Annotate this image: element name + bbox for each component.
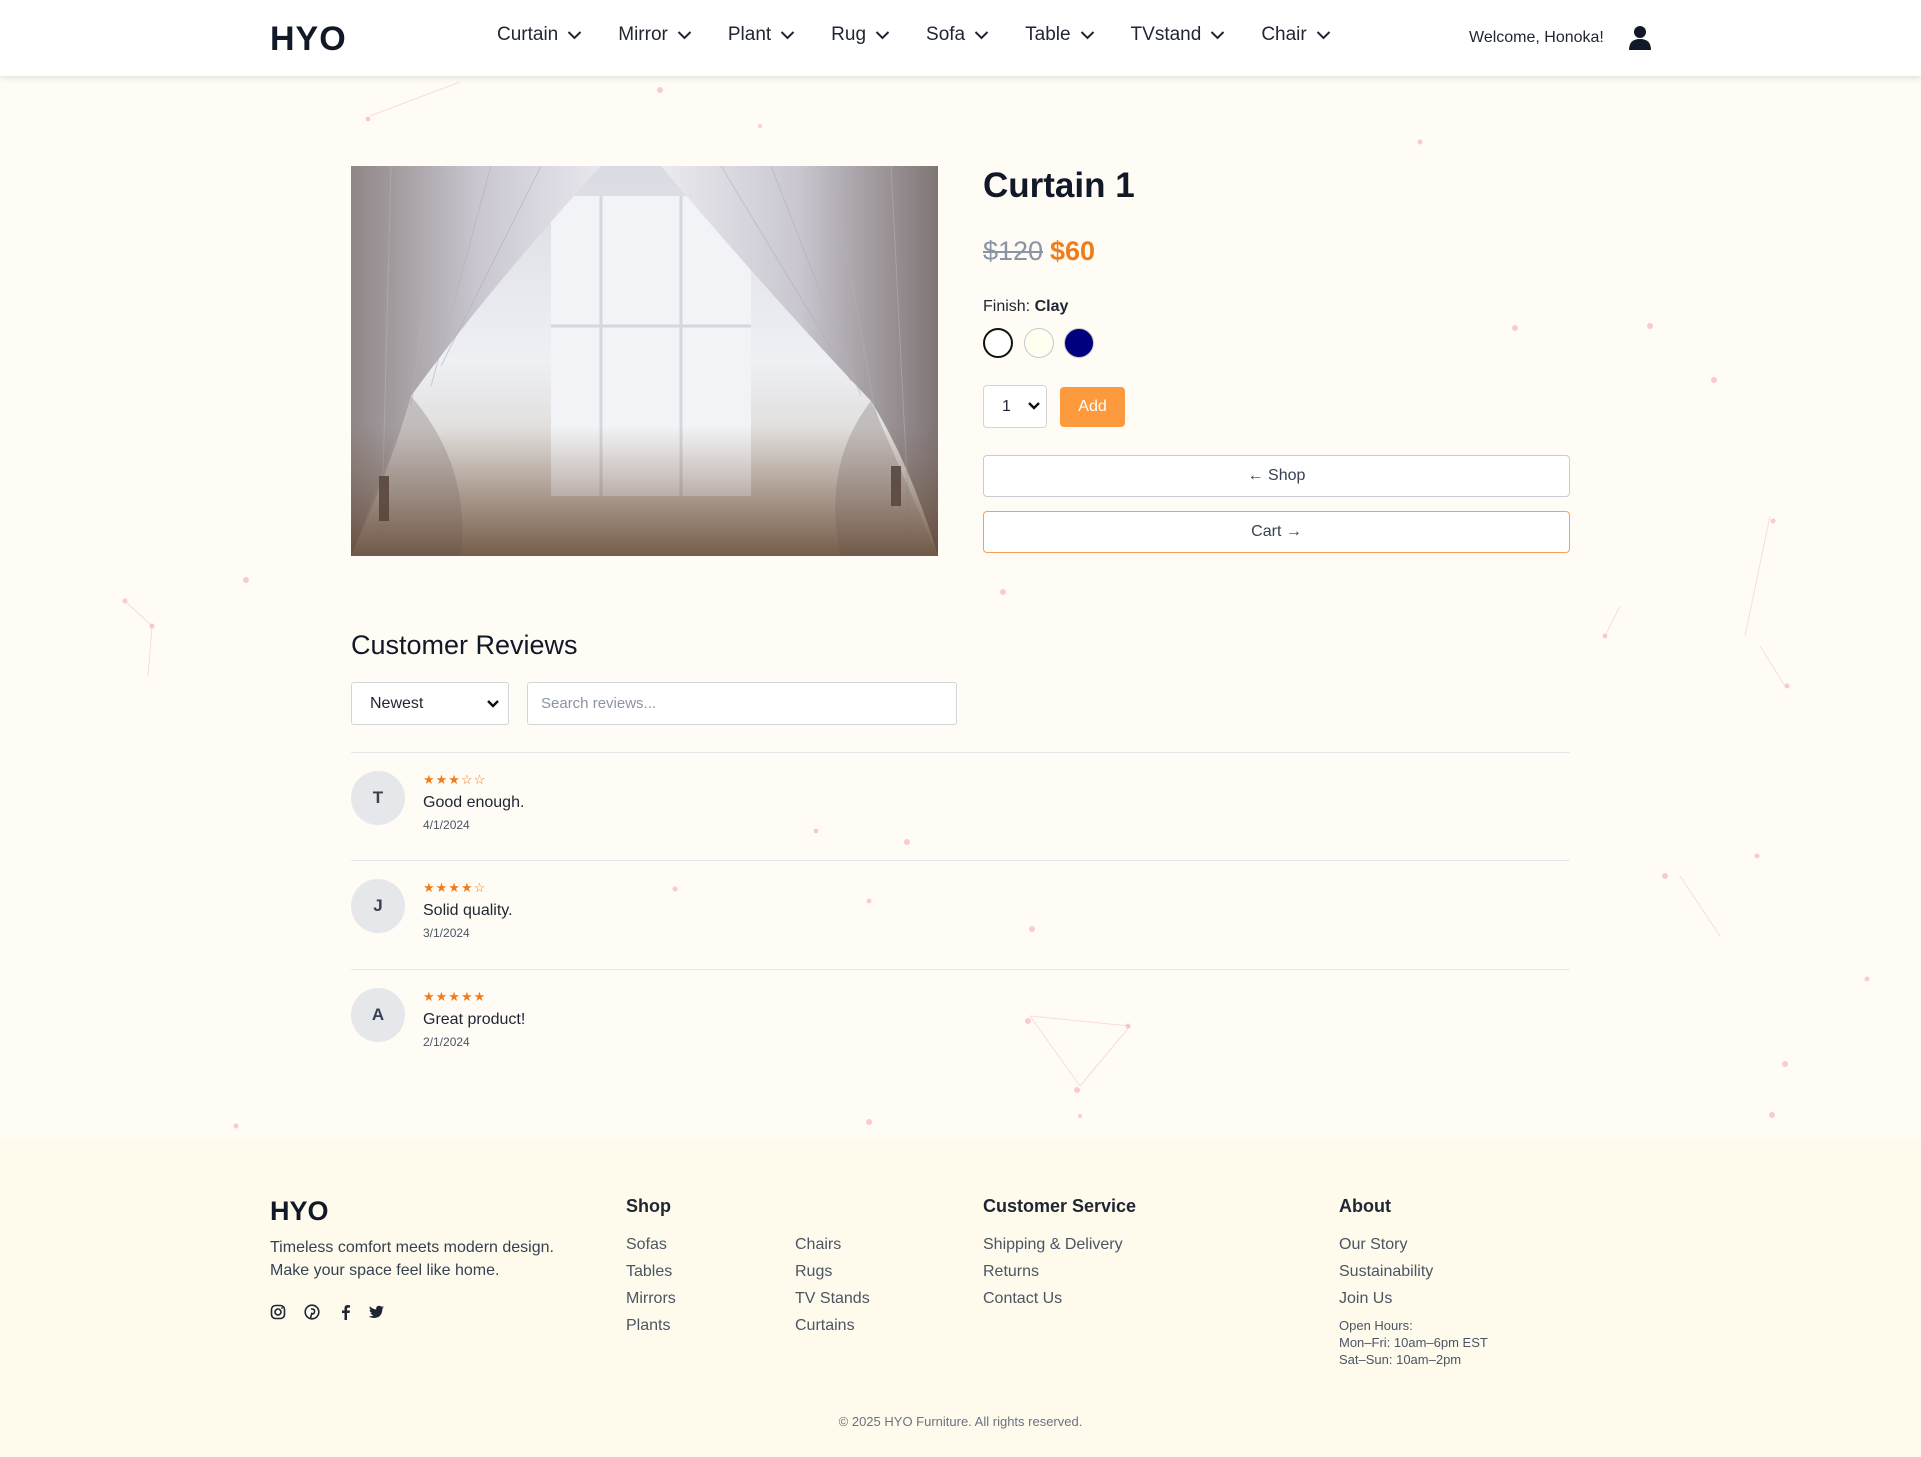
chevron-down-icon — [875, 31, 890, 40]
review-text: Solid quality. — [423, 902, 513, 919]
footer-about-title: About — [1339, 1196, 1391, 1216]
footer-link-returns[interactable]: Returns — [983, 1263, 1039, 1281]
reviews-heading: Customer Reviews — [351, 630, 578, 660]
footer-tagline: Timeless comfort meets modern design. Ma… — [270, 1236, 554, 1282]
tagline-line: Make your space feel like home. — [270, 1262, 500, 1279]
finish-value: Clay — [1034, 298, 1069, 315]
footer-link-curtains[interactable]: Curtains — [795, 1317, 855, 1335]
quantity-select[interactable]: 1 — [983, 385, 1047, 428]
footer-link-sofas[interactable]: Sofas — [626, 1236, 667, 1254]
footer-link-rugs[interactable]: Rugs — [795, 1263, 832, 1281]
nav-label: Sofa — [926, 24, 966, 45]
chevron-down-icon — [1080, 31, 1094, 40]
twitter-icon[interactable] — [368, 1304, 385, 1320]
footer-link-our-story[interactable]: Our Story — [1339, 1236, 1407, 1254]
star-rating: ★★★☆☆ — [423, 772, 487, 787]
star-rating: ★★★★☆ — [423, 880, 487, 895]
avatar: A — [351, 988, 405, 1042]
add-to-cart-button[interactable]: Add — [1060, 387, 1125, 427]
category-nav: Curtain Mirror Plant Rug Sofa Table TVst… — [497, 24, 1367, 46]
nav-label: Mirror — [618, 24, 668, 45]
footer-link-join-us[interactable]: Join Us — [1339, 1290, 1392, 1308]
review-date: 4/1/2024 — [423, 818, 470, 832]
footer-link-tables[interactable]: Tables — [626, 1263, 672, 1281]
go-to-cart-button[interactable]: Cart → — [983, 511, 1570, 553]
footer-link-sustainability[interactable]: Sustainability — [1339, 1263, 1433, 1281]
chevron-down-icon — [1028, 402, 1040, 410]
chevron-down-icon — [677, 31, 692, 40]
nav-item-sofa[interactable]: Sofa — [926, 24, 989, 46]
original-price: $120 — [983, 236, 1044, 266]
site-logo[interactable]: HYO — [270, 20, 347, 59]
product-title: Curtain 1 — [983, 166, 1135, 205]
footer-link-plants[interactable]: Plants — [626, 1317, 670, 1335]
finish-label: Finish: Clay — [983, 298, 1068, 316]
finish-label-text: Finish: — [983, 298, 1031, 315]
copyright: © 2025 HYO Furniture. All rights reserve… — [838, 1414, 1083, 1429]
nav-label: Plant — [727, 24, 772, 45]
sort-value: Newest — [370, 694, 424, 712]
chevron-down-icon — [1211, 31, 1225, 40]
finish-swatch-navy[interactable] — [1064, 328, 1094, 358]
review-item: J ★★★★☆ Solid quality. 3/1/2024 — [351, 860, 1570, 969]
nav-label: Curtain — [497, 24, 559, 45]
footer-service-title: Customer Service — [983, 1196, 1137, 1216]
nav-item-curtain[interactable]: Curtain — [497, 24, 582, 46]
user-icon[interactable] — [1628, 25, 1652, 51]
footer-logo[interactable]: HYO — [270, 1196, 329, 1227]
nav-item-rug[interactable]: Rug — [831, 24, 890, 46]
footer-link-mirrors[interactable]: Mirrors — [626, 1290, 676, 1308]
back-to-shop-button[interactable]: ← Shop — [983, 455, 1570, 497]
chevron-down-icon — [780, 31, 795, 40]
review-date: 2/1/2024 — [423, 1035, 470, 1049]
avatar: J — [351, 879, 405, 933]
review-item: T ★★★☆☆ Good enough. 4/1/2024 — [351, 752, 1570, 861]
review-date: 3/1/2024 — [423, 926, 470, 940]
pinterest-icon[interactable] — [304, 1304, 320, 1320]
nav-item-chair[interactable]: Chair — [1261, 24, 1330, 46]
footer-link-tv-stands[interactable]: TV Stands — [795, 1290, 870, 1308]
search-placeholder: Search reviews... — [541, 695, 657, 712]
facebook-icon[interactable] — [338, 1304, 352, 1320]
footer-link-shipping[interactable]: Shipping & Delivery — [983, 1236, 1123, 1254]
product-image — [351, 166, 938, 556]
review-item: A ★★★★★ Great product! 2/1/2024 — [351, 969, 1570, 1078]
nav-item-table[interactable]: Table — [1025, 24, 1094, 46]
nav-item-mirror[interactable]: Mirror — [618, 24, 692, 46]
quantity-value: 1 — [1002, 397, 1011, 415]
nav-item-tvstand[interactable]: TVstand — [1131, 24, 1226, 46]
welcome-message: Welcome, Honoka! — [1469, 29, 1604, 46]
footer-link-contact[interactable]: Contact Us — [983, 1290, 1062, 1308]
open-hours-weekend: Sat–Sun: 10am–2pm — [1339, 1352, 1462, 1367]
finish-swatch-clay[interactable] — [983, 328, 1013, 358]
review-search-input[interactable]: Search reviews... — [527, 682, 957, 725]
open-hours-label: Open Hours: — [1339, 1318, 1413, 1333]
star-rating: ★★★★★ — [423, 989, 487, 1004]
tagline-line: Timeless comfort meets modern design. — [270, 1239, 554, 1256]
avatar: T — [351, 771, 405, 825]
nav-label: TVstand — [1130, 24, 1202, 45]
review-text: Great product! — [423, 1011, 526, 1028]
review-text: Good enough. — [423, 794, 525, 811]
footer-shop-title: Shop — [626, 1196, 671, 1216]
site-footer: HYO Timeless comfort meets modern design… — [0, 1138, 1921, 1457]
nav-item-plant[interactable]: Plant — [728, 24, 795, 46]
chevron-down-icon — [487, 700, 499, 708]
nav-label: Rug — [831, 24, 867, 45]
sale-price: $60 — [1050, 236, 1096, 266]
chevron-down-icon — [1316, 31, 1330, 40]
open-hours-weekday: Mon–Fri: 10am–6pm EST — [1339, 1335, 1488, 1350]
chevron-down-icon — [974, 31, 989, 40]
review-sort-select[interactable]: Newest — [351, 682, 509, 725]
footer-link-chairs[interactable]: Chairs — [795, 1236, 841, 1254]
nav-label: Table — [1025, 24, 1071, 45]
top-navbar: HYO Curtain Mirror Plant Rug Sofa Table … — [0, 0, 1921, 76]
nav-label: Chair — [1261, 24, 1307, 45]
chevron-down-icon — [568, 31, 582, 40]
instagram-icon[interactable] — [270, 1304, 286, 1320]
finish-swatch-ivory[interactable] — [1024, 328, 1054, 358]
